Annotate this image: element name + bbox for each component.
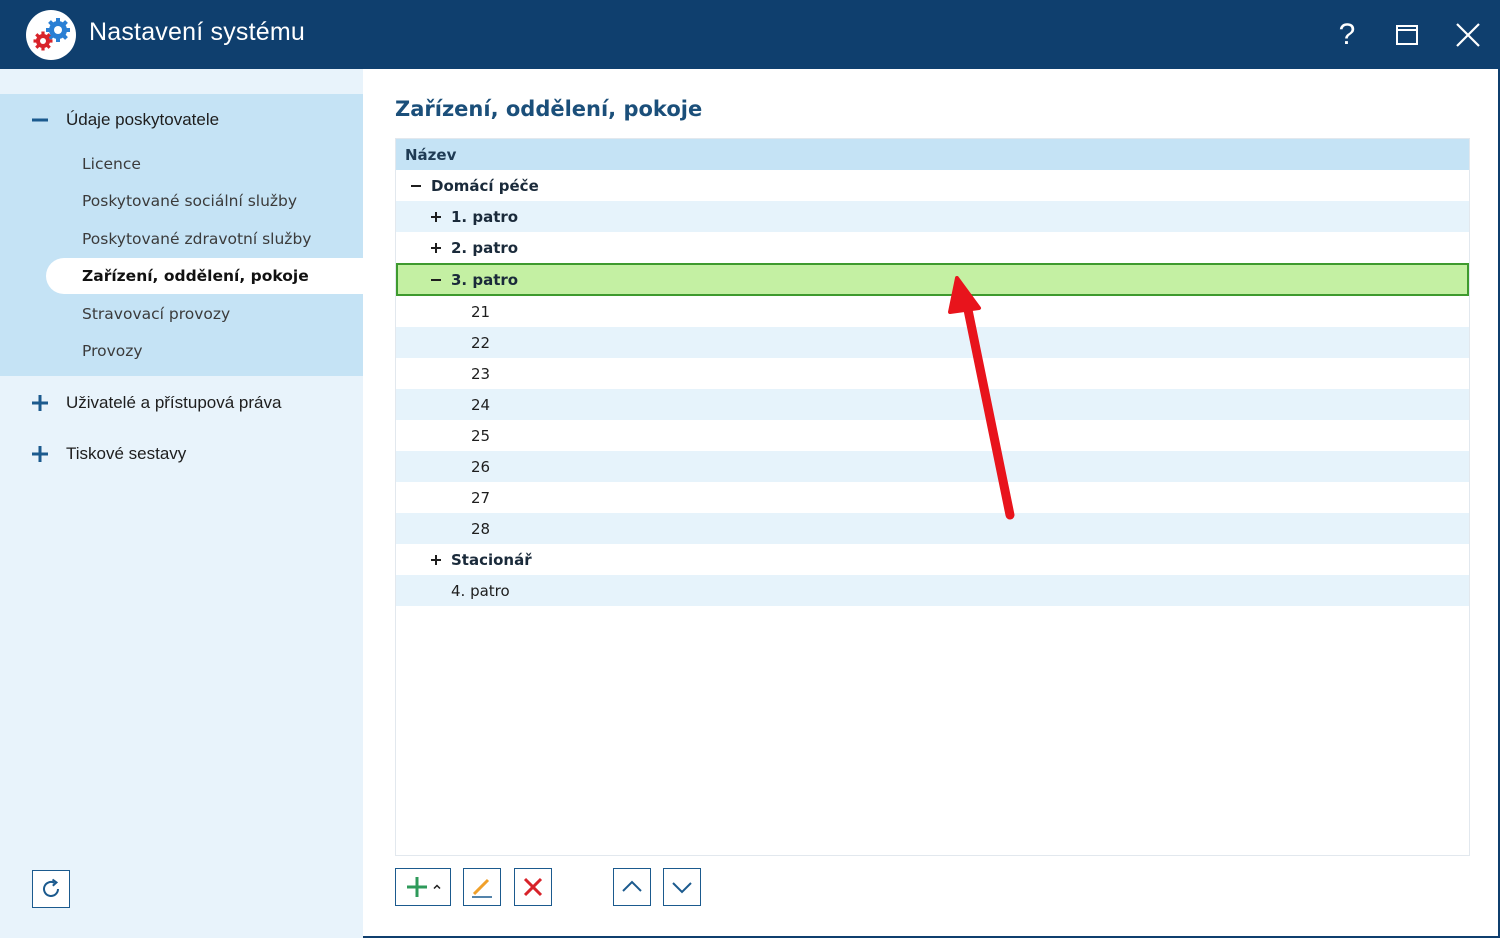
tree-row-label: 27 [471,488,491,507]
tree-row[interactable]: 4. patro [396,575,1469,606]
main-panel: Zařízení, oddělení, pokoje Název Domácí … [363,69,1500,938]
title-bar: Nastavení systému ? [0,0,1500,69]
sidebar-item-operations[interactable]: Provozy [46,333,363,369]
tree-row[interactable]: 2. patro [396,232,1469,263]
tree-row-selected[interactable]: 3. patro [396,263,1469,296]
tree-row[interactable]: Domácí péče [396,170,1469,201]
sidebar-group-header-reports[interactable]: Tiskové sestavy [0,434,363,474]
page-title: Zařízení, oddělení, pokoje [395,97,703,121]
tree-row[interactable]: 28 [396,513,1469,544]
tree-row[interactable]: 27 [396,482,1469,513]
tree-row[interactable]: 24 [396,389,1469,420]
pencil-icon [472,878,492,898]
chevron-up-icon [622,880,642,892]
gears-logo-icon [26,10,76,60]
sidebar-group-provider: Údaje poskytovatele Licence Poskytované … [0,94,363,376]
tree-row-label: 23 [471,364,491,383]
move-down-button[interactable] [663,868,701,906]
sidebar: Údaje poskytovatele Licence Poskytované … [0,69,363,938]
tree-row-label: Stacionář [451,550,532,569]
sidebar-group-label: Tiskové sestavy [66,444,187,463]
add-icon [407,877,427,897]
tree-row[interactable]: 25 [396,420,1469,451]
tree-row[interactable]: Stacionář [396,544,1469,575]
tree-row-label: 28 [471,519,491,538]
refresh-icon [43,878,59,897]
expand-icon[interactable] [430,242,442,254]
sidebar-item-catering[interactable]: Stravovací provozy [46,296,363,332]
tree-row-label: 24 [471,395,491,414]
sidebar-item-licence[interactable]: Licence [46,146,363,182]
sidebar-item-facilities[interactable]: Zařízení, oddělení, pokoje [46,258,363,294]
sidebar-group-label: Údaje poskytovatele [66,110,220,129]
expand-icon[interactable] [430,554,442,566]
tree-row-label: 26 [471,457,491,476]
help-button[interactable]: ? [1326,14,1368,56]
sidebar-item-health-services[interactable]: Poskytované zdravotní služby [46,221,363,257]
collapse-icon[interactable] [430,274,442,286]
sidebar-group-header-provider[interactable]: Údaje poskytovatele [0,100,363,140]
edit-button[interactable] [463,868,501,906]
maximize-icon [1396,25,1418,45]
chevron-up-icon [433,884,441,890]
tree-row[interactable]: 1. patro [396,201,1469,232]
sidebar-group-label: Uživatelé a přístupová práva [66,393,282,412]
tree-row[interactable]: 26 [396,451,1469,482]
column-header-name[interactable]: Název [396,139,1469,170]
refresh-button[interactable] [32,870,70,908]
minus-icon [32,118,48,122]
tree-row[interactable]: 23 [396,358,1469,389]
close-button[interactable] [1447,14,1489,56]
move-up-button[interactable] [613,868,651,906]
tree-row-label: 25 [471,426,491,445]
tree-row-label: 21 [471,302,491,321]
add-button[interactable] [395,868,451,906]
tree-row[interactable]: 21 [396,296,1469,327]
help-icon: ? [1338,18,1356,51]
maximize-button[interactable] [1386,14,1428,56]
tree-row-label: 22 [471,333,491,352]
tree-row-label: 3. patro [451,270,519,289]
tree-row[interactable]: 22 [396,327,1469,358]
facilities-tree-grid: Název Domácí péče 1. patro 2. patro 3. p… [395,138,1470,856]
expand-icon[interactable] [430,211,442,223]
sidebar-group-header-users[interactable]: Uživatelé a přístupová práva [0,383,363,423]
tree-row-label: 4. patro [451,581,510,600]
delete-x-icon [523,877,543,897]
plus-icon [32,395,48,411]
chevron-down-icon [672,882,692,894]
tree-row-label: Domácí péče [431,176,539,195]
delete-button[interactable] [514,868,552,906]
tree-row-label: 2. patro [451,238,519,257]
sidebar-item-social-services[interactable]: Poskytované sociální služby [46,183,363,219]
window-title: Nastavení systému [89,18,305,46]
tree-row-label: 1. patro [451,207,519,226]
plus-icon [32,446,48,462]
collapse-icon[interactable] [410,180,422,192]
close-icon [1456,23,1480,47]
